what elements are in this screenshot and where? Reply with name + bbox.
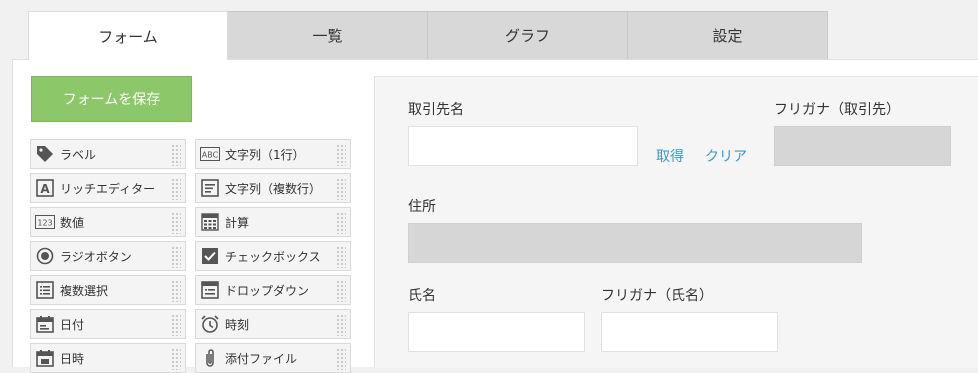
palette-item-attachment[interactable]: 添付ファイル bbox=[195, 343, 351, 373]
client-furigana-field bbox=[774, 126, 951, 166]
multiline-text-icon bbox=[200, 178, 220, 198]
palette-item-text: 時刻 bbox=[225, 317, 250, 332]
save-form-button[interactable]: フォームを保存 bbox=[31, 76, 192, 122]
clock-icon bbox=[200, 314, 220, 334]
address-label: 住所 bbox=[408, 199, 436, 215]
drag-handle-icon[interactable] bbox=[171, 144, 181, 166]
drag-handle-icon[interactable] bbox=[336, 212, 346, 234]
clear-link[interactable]: クリア bbox=[705, 146, 747, 166]
fetch-link[interactable]: 取得 bbox=[656, 146, 684, 166]
tab-bar: フォーム 一覧 グラフ 設定 bbox=[28, 11, 828, 60]
palette-item-label[interactable]: ラベル bbox=[30, 139, 186, 169]
palette-item-text: 日付 bbox=[60, 317, 85, 332]
palette-item-date[interactable]: 日付 bbox=[30, 309, 186, 339]
client-name-label: 取引先名 bbox=[408, 102, 464, 118]
rich-editor-icon: A bbox=[35, 178, 55, 198]
tab-form[interactable]: フォーム bbox=[28, 11, 228, 60]
palette-item-text: ラベル bbox=[60, 147, 97, 162]
tab-settings[interactable]: 設定 bbox=[628, 11, 828, 59]
palette-item-calculation[interactable]: 計算 bbox=[195, 207, 351, 237]
drag-handle-icon[interactable] bbox=[171, 314, 181, 336]
person-name-label: 氏名 bbox=[408, 288, 436, 304]
multi-select-icon bbox=[35, 280, 55, 300]
palette-item-time[interactable]: 時刻 bbox=[195, 309, 351, 339]
dropdown-icon bbox=[200, 280, 220, 300]
palette-item-text: ラジオボタン bbox=[60, 249, 132, 264]
client-name-input[interactable] bbox=[408, 126, 638, 166]
person-furigana-label: フリガナ（氏名） bbox=[601, 288, 713, 304]
drag-handle-icon[interactable] bbox=[336, 178, 346, 200]
palette-item-checkbox[interactable]: チェックボックス bbox=[195, 241, 351, 271]
palette-item-text: チェックボックス bbox=[225, 249, 321, 264]
datetime-icon bbox=[35, 348, 55, 368]
palette-item-number[interactable]: 123 数値 bbox=[30, 207, 186, 237]
palette-item-text: 文字列（複数行） bbox=[225, 181, 322, 196]
palette-item-text: 添付ファイル bbox=[225, 351, 298, 366]
palette-item-text: 日時 bbox=[60, 351, 85, 366]
form-canvas: 取引先名 取得 クリア フリガナ（取引先） 住所 氏名 フリガナ（氏名） bbox=[374, 76, 978, 368]
palette-item-radio-button[interactable]: ラジオボタン bbox=[30, 241, 186, 271]
palette-item-dropdown[interactable]: ドロップダウン bbox=[195, 275, 351, 305]
drag-handle-icon[interactable] bbox=[336, 144, 346, 166]
person-furigana-input[interactable] bbox=[601, 312, 778, 352]
palette-item-text: ドロップダウン bbox=[225, 283, 310, 298]
number-icon: 123 bbox=[35, 212, 55, 232]
palette-item-text: 計算 bbox=[225, 215, 250, 230]
field-palette: ラベル ABC 文字列（1行） A リッチエディター 文字列（複数行） 123 … bbox=[30, 139, 352, 373]
palette-item-rich-editor[interactable]: A リッチエディター bbox=[30, 173, 186, 203]
tab-list[interactable]: 一覧 bbox=[228, 11, 428, 59]
abc-text-icon: ABC bbox=[200, 144, 220, 164]
tab-graph[interactable]: グラフ bbox=[428, 11, 628, 59]
checkbox-icon bbox=[200, 246, 220, 266]
drag-handle-icon[interactable] bbox=[171, 212, 181, 234]
drag-handle-icon[interactable] bbox=[336, 280, 346, 302]
drag-handle-icon[interactable] bbox=[171, 280, 181, 302]
paperclip-icon bbox=[200, 348, 220, 368]
palette-item-text: 数値 bbox=[60, 215, 85, 230]
svg-text:123: 123 bbox=[37, 219, 52, 228]
calendar-icon bbox=[35, 314, 55, 334]
form-editor-panel: フォームを保存 ラベル ABC 文字列（1行） A リッチエディター 文字列（複… bbox=[12, 59, 978, 373]
palette-item-datetime[interactable]: 日時 bbox=[30, 343, 186, 373]
palette-item-text: 文字列（1行） bbox=[225, 147, 305, 162]
tag-icon bbox=[35, 144, 55, 164]
calculator-icon bbox=[200, 212, 220, 232]
palette-item-multi-select[interactable]: 複数選択 bbox=[30, 275, 186, 305]
drag-handle-icon[interactable] bbox=[336, 314, 346, 336]
drag-handle-icon[interactable] bbox=[171, 178, 181, 200]
radio-icon bbox=[35, 246, 55, 266]
drag-handle-icon[interactable] bbox=[171, 246, 181, 268]
client-furigana-label: フリガナ（取引先） bbox=[774, 102, 900, 118]
palette-item-text: 複数選択 bbox=[60, 283, 109, 298]
palette-item-single-line-text[interactable]: ABC 文字列（1行） bbox=[195, 139, 351, 169]
svg-text:ABC: ABC bbox=[202, 151, 219, 160]
drag-handle-icon[interactable] bbox=[336, 246, 346, 268]
svg-text:A: A bbox=[40, 182, 50, 196]
address-field bbox=[408, 223, 862, 263]
palette-item-multi-line-text[interactable]: 文字列（複数行） bbox=[195, 173, 351, 203]
palette-item-text: リッチエディター bbox=[60, 181, 156, 196]
person-name-input[interactable] bbox=[408, 312, 585, 352]
